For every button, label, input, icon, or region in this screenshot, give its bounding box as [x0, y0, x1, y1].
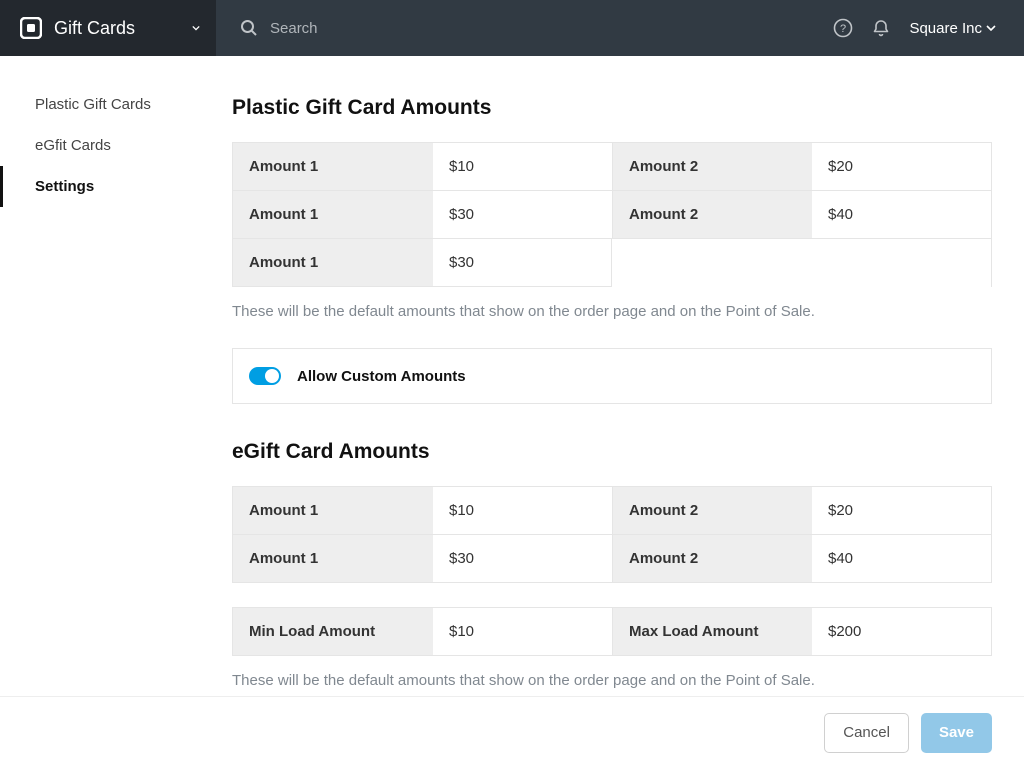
main-content: Plastic Gift Card Amounts Amount 1 $10 A…	[216, 56, 1024, 696]
egift-limits-table: Min Load Amount $10 Max Load Amount $200	[232, 607, 992, 656]
amount-value[interactable]: $20	[812, 487, 991, 535]
egift-section: eGift Card Amounts Amount 1 $10 Amount 2…	[232, 440, 992, 689]
amount-label: Amount 2	[612, 535, 812, 583]
top-bar-right: ? Square Inc	[833, 18, 1024, 38]
plastic-section-title: Plastic Gift Card Amounts	[232, 96, 992, 120]
amount-value[interactable]: $30	[433, 535, 612, 583]
amount-value[interactable]: $20	[812, 143, 991, 191]
search-container	[216, 19, 833, 37]
min-load-label: Min Load Amount	[233, 608, 433, 656]
allow-custom-amounts-label: Allow Custom Amounts	[297, 368, 466, 385]
min-load-value[interactable]: $10	[433, 608, 612, 656]
amount-label: Amount 2	[612, 191, 812, 239]
egift-amounts-table: Amount 1 $10 Amount 2 $20 Amount 1 $30 A…	[232, 486, 992, 583]
caret-down-icon	[192, 25, 216, 31]
table-row: Amount 1 $10 Amount 2 $20	[233, 143, 991, 191]
footer: Cancel Save	[0, 696, 1024, 768]
search-input[interactable]	[270, 20, 570, 37]
amount-label: Amount 1	[233, 487, 433, 535]
amount-label: Amount 1	[233, 143, 433, 191]
plastic-helper-text: These will be the default amounts that s…	[232, 303, 992, 320]
table-row: Amount 1 $30 Amount 2 $40	[233, 535, 991, 583]
account-label: Square Inc	[909, 20, 982, 37]
plastic-amounts-table: Amount 1 $10 Amount 2 $20 Amount 1 $30 A…	[232, 142, 992, 287]
sidebar-item-plastic-gift-cards[interactable]: Plastic Gift Cards	[0, 84, 216, 125]
amount-label: Amount 1	[233, 239, 433, 287]
amount-value[interactable]: $40	[812, 191, 991, 239]
svg-text:?: ?	[840, 23, 846, 35]
bell-icon[interactable]	[871, 18, 891, 38]
sidebar-item-settings[interactable]: Settings	[0, 166, 216, 207]
amount-label: Amount 1	[233, 535, 433, 583]
sidebar-item-egift-cards[interactable]: eGfit Cards	[0, 125, 216, 166]
amount-label: Amount 2	[612, 487, 812, 535]
amount-value[interactable]: $30	[433, 239, 611, 287]
square-logo-icon	[20, 17, 42, 39]
top-bar: Gift Cards ? Square Inc	[0, 0, 1024, 56]
app-title: Gift Cards	[54, 18, 180, 39]
max-load-label: Max Load Amount	[612, 608, 812, 656]
sidebar: Plastic Gift Cards eGfit Cards Settings	[0, 56, 216, 696]
table-row: Amount 1 $30 Amount 2 $40	[233, 191, 991, 239]
body: Plastic Gift Cards eGfit Cards Settings …	[0, 56, 1024, 696]
amount-value[interactable]: $10	[433, 487, 612, 535]
table-row: Amount 1 $10 Amount 2 $20	[233, 487, 991, 535]
amount-value[interactable]: $40	[812, 535, 991, 583]
amount-label: Amount 2	[612, 143, 812, 191]
amount-value[interactable]: $10	[433, 143, 612, 191]
table-row: Amount 1 $30	[233, 239, 612, 287]
save-button[interactable]: Save	[921, 713, 992, 753]
app-switcher[interactable]: Gift Cards	[0, 0, 216, 56]
plastic-section: Plastic Gift Card Amounts Amount 1 $10 A…	[232, 96, 992, 404]
table-row: Min Load Amount $10 Max Load Amount $200	[233, 608, 991, 656]
custom-amounts-panel: Allow Custom Amounts	[232, 348, 992, 404]
cancel-button[interactable]: Cancel	[824, 713, 909, 753]
help-icon[interactable]: ?	[833, 18, 853, 38]
search-icon	[240, 19, 258, 37]
chevron-down-icon	[986, 25, 996, 31]
egift-helper-text: These will be the default amounts that s…	[232, 672, 992, 689]
egift-section-title: eGift Card Amounts	[232, 440, 992, 464]
amount-value[interactable]: $30	[433, 191, 612, 239]
account-menu[interactable]: Square Inc	[909, 20, 996, 37]
amount-label: Amount 1	[233, 191, 433, 239]
max-load-value[interactable]: $200	[812, 608, 991, 656]
allow-custom-amounts-toggle[interactable]	[249, 367, 281, 385]
